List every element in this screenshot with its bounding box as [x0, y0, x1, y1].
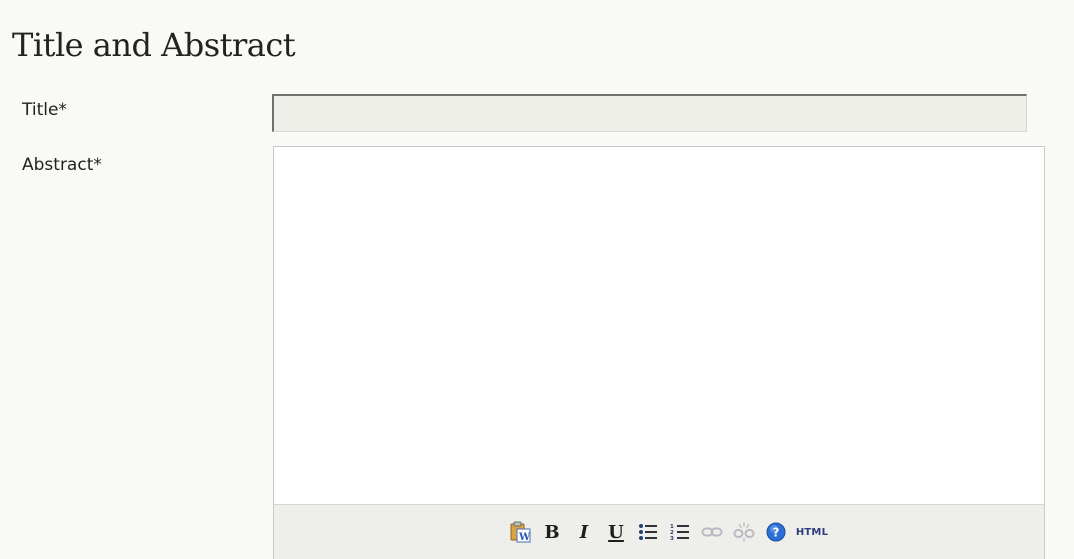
editor-toolbar: W B I U 1 2 3 ? HTML [274, 504, 1044, 559]
section-title: Title and Abstract [12, 26, 296, 64]
paste-from-word-button[interactable]: W [504, 517, 536, 547]
svg-text:W: W [518, 532, 531, 543]
abstract-label: Abstract* [22, 155, 102, 175]
title-label: Title* [22, 100, 67, 120]
insert-link-button[interactable] [696, 517, 728, 547]
italic-icon: I [579, 521, 589, 543]
remove-link-button[interactable] [728, 517, 760, 547]
svg-text:3: 3 [670, 536, 674, 541]
abstract-editor-body[interactable] [274, 147, 1044, 504]
help-button[interactable]: ? [760, 517, 792, 547]
unlink-icon [733, 522, 755, 542]
numbered-list-icon: 1 2 3 [670, 524, 689, 541]
bold-button[interactable]: B [536, 517, 568, 547]
title-input[interactable] [272, 94, 1027, 132]
help-icon: ? [766, 522, 786, 542]
underline-button[interactable]: U [600, 517, 632, 547]
svg-text:?: ? [773, 526, 780, 540]
numbered-list-button[interactable]: 1 2 3 [664, 517, 696, 547]
bold-icon: B [544, 521, 560, 543]
html-source-button[interactable]: HTML [792, 517, 832, 547]
abstract-editor: W B I U 1 2 3 ? HTML [273, 146, 1045, 559]
paste-from-word-icon: W [510, 521, 531, 543]
underline-icon: U [608, 521, 624, 543]
italic-button[interactable]: I [568, 517, 600, 547]
bulleted-list-icon [639, 524, 657, 540]
link-icon [701, 527, 723, 537]
bulleted-list-button[interactable] [632, 517, 664, 547]
